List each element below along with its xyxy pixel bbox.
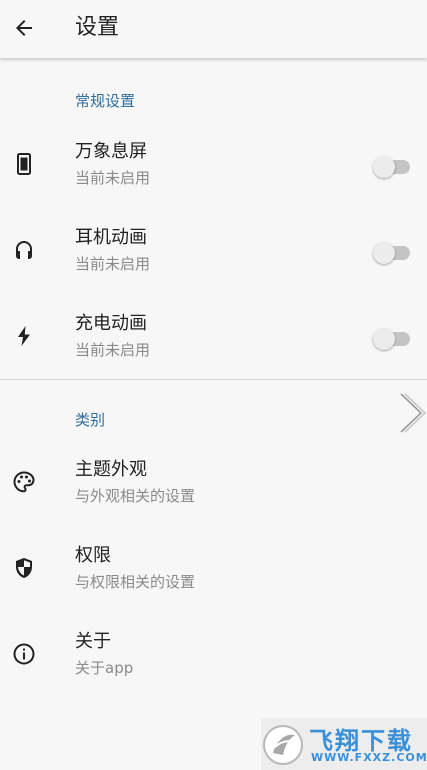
section-header-general: 常规设置	[75, 92, 136, 110]
switch-thumb	[373, 328, 395, 350]
setting-summary: 关于app	[75, 659, 134, 677]
headphone-animation-toggle[interactable]	[373, 242, 411, 264]
switch-thumb	[373, 156, 395, 178]
always-on-display-toggle[interactable]	[373, 156, 411, 178]
setting-summary: 当前未启用	[75, 341, 151, 359]
setting-row-headphone-animation[interactable]: 耳机动画 当前未启用	[0, 214, 427, 298]
setting-title: 关于	[75, 631, 111, 652]
arrow-back-icon	[16, 20, 32, 36]
setting-row-permissions[interactable]: 权限 与权限相关的设置	[0, 532, 427, 616]
setting-title: 万象息屏	[75, 141, 147, 162]
watermark: 飞翔下载 WWW.FXXZ.COM	[261, 718, 427, 770]
setting-summary: 当前未启用	[75, 255, 151, 273]
setting-row-charging-animation[interactable]: 充电动画 当前未启用	[0, 300, 427, 384]
charging-animation-toggle[interactable]	[373, 328, 411, 350]
watermark-logo-icon	[263, 725, 303, 765]
setting-title: 充电动画	[75, 313, 147, 334]
page-title: 设置	[75, 15, 120, 40]
setting-row-about[interactable]: 关于 关于app	[0, 618, 427, 702]
setting-summary: 当前未启用	[75, 169, 151, 187]
setting-title: 权限	[75, 545, 111, 566]
setting-summary: 与权限相关的设置	[75, 573, 196, 591]
watermark-url: WWW.FXXZ.COM	[311, 751, 427, 764]
section-divider	[0, 379, 427, 380]
chevron-right-icon	[400, 393, 427, 433]
setting-row-theme[interactable]: 主题外观 与外观相关的设置	[0, 446, 427, 530]
back-button[interactable]	[10, 11, 38, 45]
switch-thumb	[373, 242, 395, 264]
setting-title: 主题外观	[75, 459, 147, 480]
headphones-icon	[10, 236, 38, 264]
app-bar: 设置	[0, 0, 427, 58]
setting-summary: 与外观相关的设置	[75, 487, 196, 505]
setting-title: 耳机动画	[75, 227, 147, 248]
shield-icon	[10, 554, 38, 582]
phone-screen-icon	[10, 150, 38, 178]
setting-row-always-on-display[interactable]: 万象息屏 当前未启用	[0, 128, 427, 212]
lightning-bolt-icon	[10, 322, 38, 350]
section-header-category: 类别	[75, 411, 106, 429]
info-icon	[10, 640, 38, 668]
palette-icon	[10, 468, 38, 496]
